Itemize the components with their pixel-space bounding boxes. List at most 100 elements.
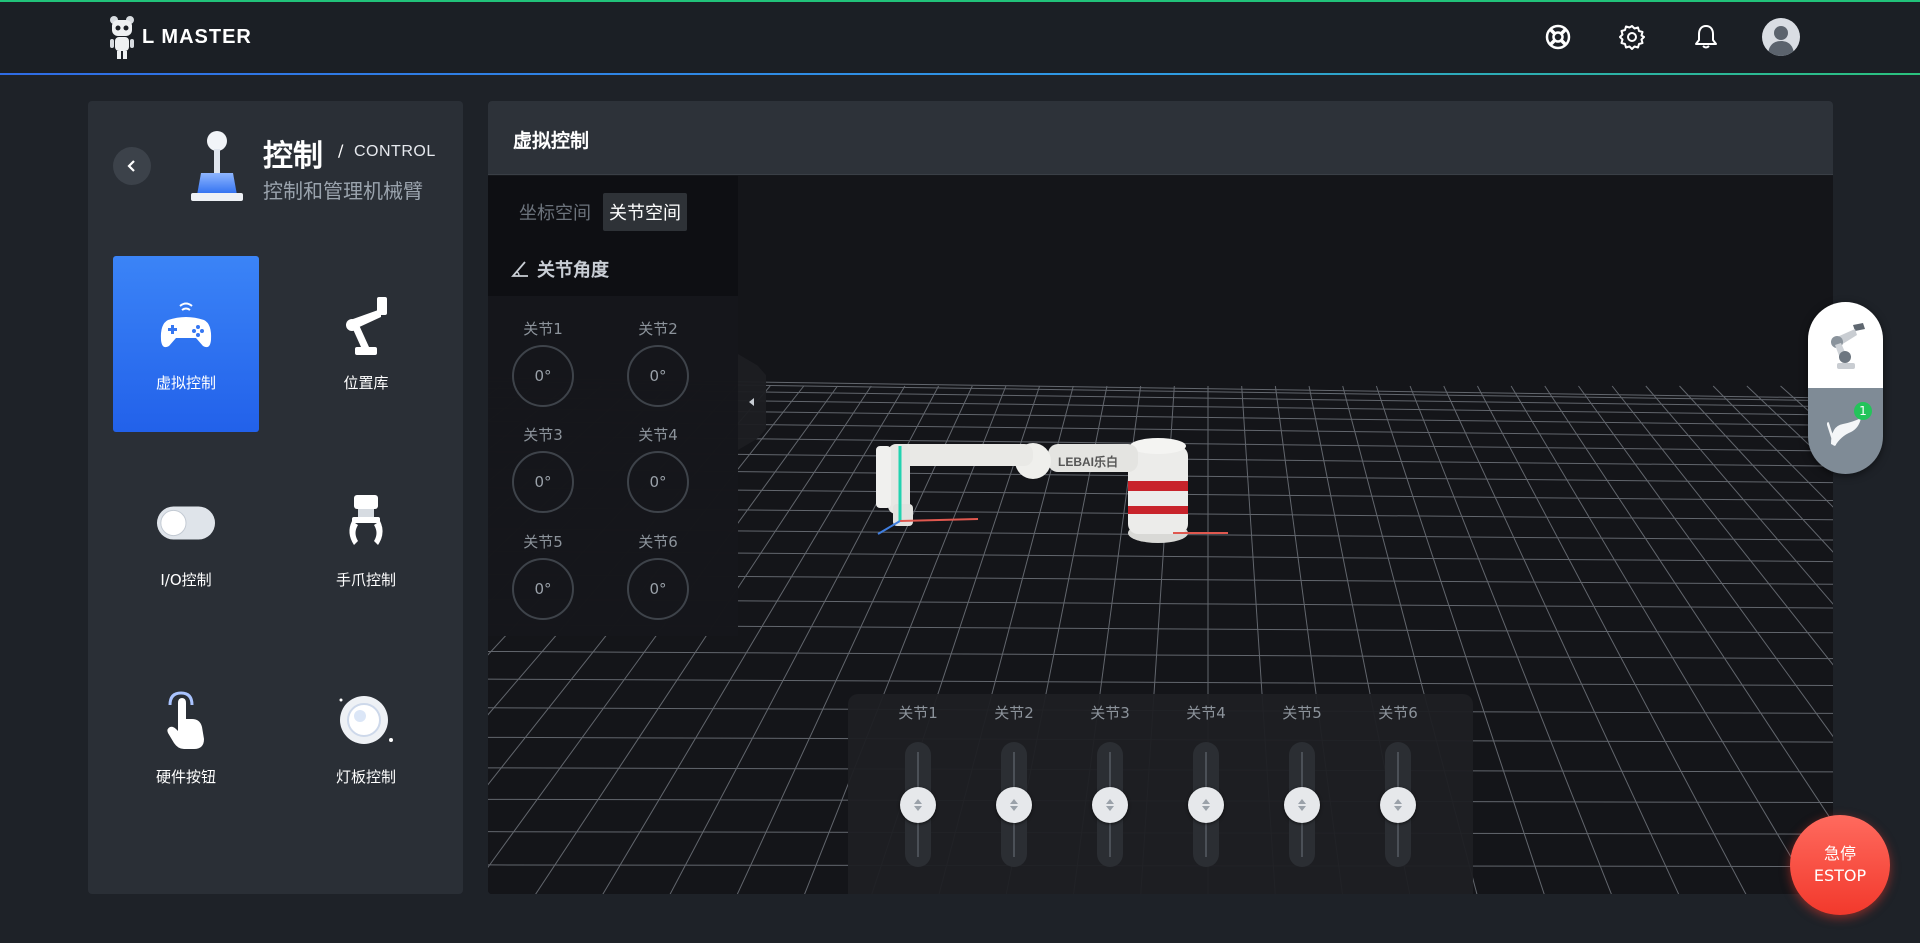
robot-brand-label: LEBAI乐白 (1058, 454, 1118, 469)
slider-knob[interactable] (1284, 787, 1320, 823)
joint-dial-6: 关节6 0° (618, 531, 698, 620)
toggle-icon (156, 506, 216, 539)
joint-value: 0° (512, 451, 574, 513)
tab-joint-space[interactable]: 关节空间 (603, 193, 687, 231)
emergency-stop-button[interactable]: 急停 ESTOP (1790, 815, 1890, 915)
joint-angle-panel: 坐标空间 关节空间 关节角度 关节1 0° 关节2 0° 关节3 0° 关节4 … (488, 176, 738, 636)
menu-hardware-button[interactable]: 硬件按钮 (113, 650, 259, 826)
joint-label: 关节5 (523, 533, 563, 551)
joint-label: 关节2 (638, 320, 678, 338)
slider-label: 关节1 (898, 704, 938, 722)
menu-label: 硬件按钮 (155, 767, 216, 786)
up-down-arrows-icon (1298, 799, 1306, 811)
support-icon[interactable] (1540, 19, 1576, 55)
user-icon (1768, 26, 1794, 56)
floating-quick-panel: 1 (1808, 302, 1883, 474)
tap-hand-icon (167, 690, 204, 749)
gripper-icon (349, 494, 383, 545)
joint-dial-3: 关节3 0° (503, 424, 583, 513)
back-button[interactable] (113, 147, 151, 185)
joint-dial-2: 关节2 0° (618, 318, 698, 407)
virtual-control-panel: 虚拟控制 LEBAI乐白 坐标空间 关节空间 关节角度 关节1 0° 关节2 0… (488, 101, 1833, 894)
menu-label: I/O控制 (160, 570, 212, 589)
notification-badge: 1 (1854, 402, 1872, 420)
slider-label: 关节5 (1282, 704, 1322, 722)
menu-label: 灯板控制 (335, 767, 396, 786)
slider-knob[interactable] (996, 787, 1032, 823)
slider-label: 关节6 (1378, 704, 1418, 722)
menu-position-library[interactable]: 位置库 (293, 256, 439, 432)
page-title: 控制 (263, 139, 323, 174)
menu-label: 手爪控制 (335, 570, 396, 589)
chevron-left-icon (127, 160, 135, 172)
joint-dial-1: 关节1 0° (503, 318, 583, 407)
control-menu-panel: 控制 / CONTROL 控制和管理机械臂 虚拟控制 位置库 I/O控制 手爪控… (88, 101, 463, 894)
slider-joint-4: 关节4 (1166, 694, 1246, 894)
joint-label: 关节3 (523, 426, 563, 444)
estop-label-cn: 急停 (1823, 844, 1856, 863)
top-bar: L MASTER (0, 0, 1920, 75)
joint-value: 0° (627, 558, 689, 620)
joint-dial-5: 关节5 0° (503, 531, 583, 620)
joint-value: 0° (512, 345, 574, 407)
panel-header: 虚拟控制 (488, 101, 1833, 175)
menu-label: 虚拟控制 (155, 373, 216, 392)
up-down-arrows-icon (1010, 799, 1018, 811)
slider-joint-6: 关节6 (1358, 694, 1438, 894)
up-down-arrows-icon (1106, 799, 1114, 811)
robot-mascot-icon (110, 16, 134, 59)
slider-joint-1: 关节1 (878, 694, 958, 894)
menu-io-control[interactable]: I/O控制 (113, 453, 259, 629)
flag-button[interactable]: 1 (1808, 388, 1883, 474)
page-subtitle: 控制和管理机械臂 (263, 179, 423, 203)
menu-gripper-control[interactable]: 手爪控制 (293, 453, 439, 629)
joint-label: 关节6 (638, 533, 678, 551)
slider-joint-5: 关节5 (1262, 694, 1342, 894)
slider-joint-2: 关节2 (974, 694, 1054, 894)
joint-sliders: 关节1 关节2 关节3 关节4 关节5 关节6 (848, 694, 1473, 894)
slider-label: 关节2 (994, 704, 1034, 722)
joint-angles-title: 关节角度 (537, 260, 609, 281)
joint-value: 0° (627, 345, 689, 407)
menu-lightboard-control[interactable]: 灯板控制 (293, 650, 439, 826)
joint-angles-grid: 关节1 0° 关节2 0° 关节3 0° 关节4 0° 关节5 0° 关节6 0… (488, 296, 738, 636)
up-down-arrows-icon (1202, 799, 1210, 811)
title-separator: / (338, 141, 344, 160)
joint-value: 0° (627, 451, 689, 513)
tab-coordinate-space[interactable]: 坐标空间 (513, 193, 597, 231)
slider-knob[interactable] (1188, 787, 1224, 823)
brand-logo[interactable]: L MASTER (108, 14, 252, 60)
user-avatar[interactable] (1762, 18, 1800, 56)
panel-title: 虚拟控制 (513, 130, 590, 152)
up-down-arrows-icon (1394, 799, 1402, 811)
up-down-arrows-icon (914, 799, 922, 811)
joystick-icon (191, 131, 243, 201)
light-ball-icon (339, 695, 393, 744)
logo-text: L MASTER (142, 25, 252, 48)
slider-label: 关节4 (1186, 704, 1226, 722)
slider-knob[interactable] (1380, 787, 1416, 823)
robot-arm-icon (1830, 323, 1865, 369)
joint-dial-4: 关节4 0° (618, 424, 698, 513)
slider-knob[interactable] (900, 787, 936, 823)
settings-icon[interactable] (1614, 19, 1650, 55)
3d-viewport[interactable]: LEBAI乐白 坐标空间 关节空间 关节角度 关节1 0° 关节2 0° 关节3… (488, 176, 1833, 894)
joint-value: 0° (512, 558, 574, 620)
estop-label-en: ESTOP (1813, 866, 1867, 885)
slider-joint-3: 关节3 (1070, 694, 1150, 894)
joint-label: 关节4 (638, 426, 678, 444)
gamepad-icon (160, 302, 212, 347)
angle-icon (511, 261, 528, 277)
slider-label: 关节3 (1090, 704, 1130, 722)
slider-knob[interactable] (1092, 787, 1128, 823)
joint-label: 关节1 (523, 320, 563, 338)
joint-angles-heading: 关节角度 (511, 256, 609, 282)
caret-left-icon (749, 398, 754, 406)
notification-icon[interactable] (1688, 19, 1724, 55)
menu-virtual-control[interactable]: 虚拟控制 (113, 256, 259, 432)
menu-label: 位置库 (343, 373, 389, 392)
robot-view-button[interactable] (1808, 302, 1883, 388)
robot-arm-icon (346, 296, 387, 355)
space-tabs: 坐标空间 关节空间 (513, 193, 687, 231)
page-title-en: CONTROL (354, 143, 436, 160)
